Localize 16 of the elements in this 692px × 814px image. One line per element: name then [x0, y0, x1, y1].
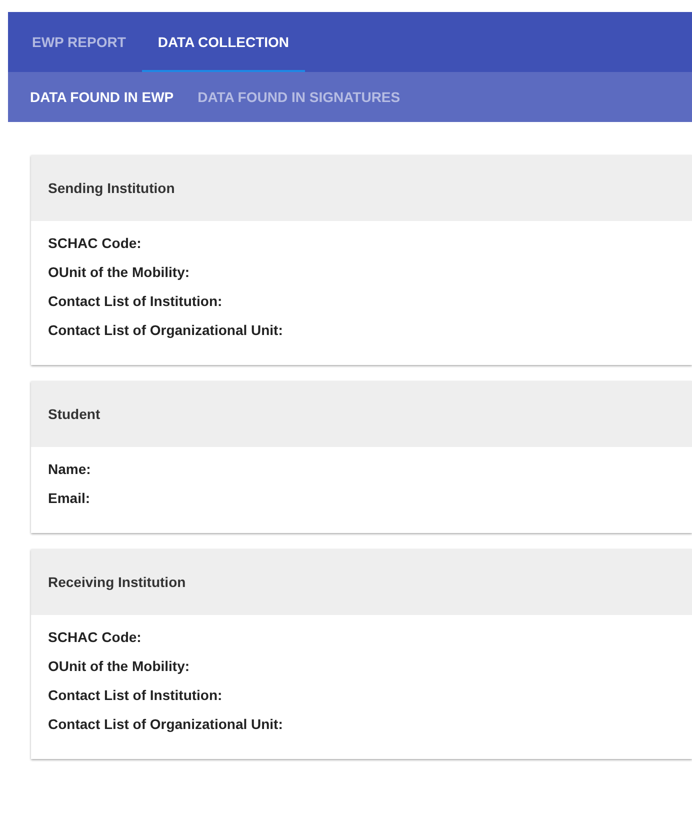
- field-label: Contact List of Institution:: [48, 292, 222, 311]
- field-label: SCHAC Code:: [48, 628, 142, 647]
- field-label: OUnit of the Mobility:: [48, 657, 190, 676]
- section-title: Sending Institution: [48, 178, 175, 198]
- field-label: Contact List of Organizational Unit:: [48, 321, 283, 340]
- subtab[interactable]: DATA FOUND IN EWP: [30, 86, 174, 108]
- section-title: Student: [48, 404, 100, 424]
- subtab[interactable]: DATA FOUND IN SIGNATURES: [198, 86, 400, 108]
- tab[interactable]: EWP REPORT: [16, 12, 142, 72]
- field-label: Contact List of Institution:: [48, 686, 222, 705]
- field-label: Email:: [48, 489, 90, 508]
- field-label: Contact List of Organizational Unit:: [48, 715, 283, 734]
- section-title: Receiving Institution: [48, 572, 186, 592]
- field-label: SCHAC Code:: [48, 234, 142, 253]
- field-label: OUnit of the Mobility:: [48, 263, 190, 282]
- field-label: Name:: [48, 460, 91, 479]
